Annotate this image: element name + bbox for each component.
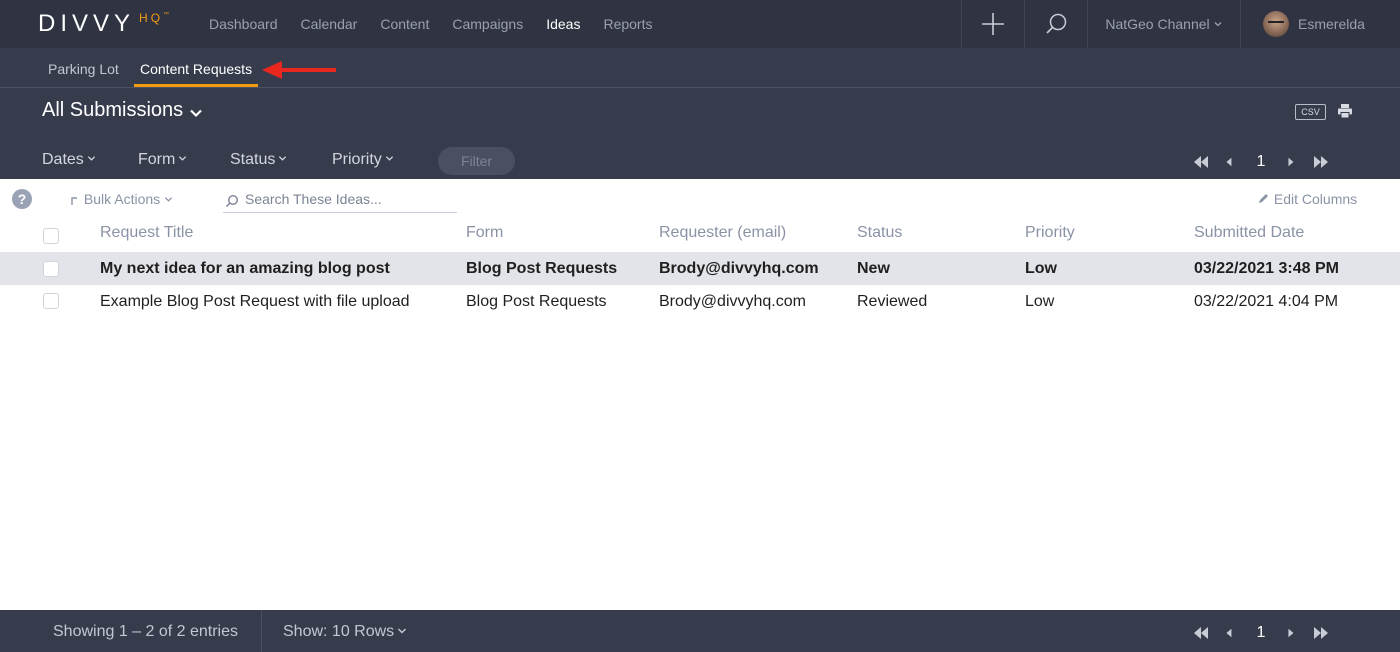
status-filter-label: Status	[230, 151, 276, 168]
page-title[interactable]: All Submissions	[42, 99, 183, 122]
column-header-request-title[interactable]: Request Title	[100, 224, 193, 242]
column-header-requester[interactable]: Requester (email)	[659, 224, 786, 242]
annotation-arrow-icon	[262, 61, 336, 79]
dates-filter-dropdown[interactable]: Dates	[42, 151, 96, 169]
cell-status: Reviewed	[857, 293, 928, 310]
bottom-pagination: 1	[1193, 624, 1329, 642]
cell-submitted-date: 03/22/2021 4:04 PM	[1194, 293, 1339, 310]
prev-page-icon[interactable]	[1225, 155, 1235, 169]
table-row[interactable]: My next idea for an amazing blog post Bl…	[0, 252, 1400, 285]
top-nav: DIVVY HQ ™ Dashboard Calendar Content Ca…	[0, 0, 1400, 48]
cell-request-title[interactable]: My next idea for an amazing blog post	[100, 260, 390, 278]
select-all-checkbox[interactable]	[43, 228, 59, 244]
nav-dashboard[interactable]: Dashboard	[209, 16, 278, 32]
cell-form: Blog Post Requests	[466, 293, 607, 310]
nav-campaigns[interactable]: Campaigns	[452, 16, 523, 32]
first-page-icon[interactable]	[1193, 626, 1209, 640]
next-page-icon[interactable]	[1287, 155, 1297, 169]
user-name: Esmerelda	[1298, 16, 1365, 32]
nav-right-group: NatGeo Channel Esmerelda	[961, 0, 1400, 48]
cell-priority: Low	[1025, 260, 1057, 277]
divvyhq-logo[interactable]: DIVVY HQ ™	[38, 11, 169, 37]
channel-name: NatGeo Channel	[1105, 16, 1210, 32]
filter-button[interactable]: Filter	[438, 147, 515, 175]
chevron-down-icon	[87, 156, 95, 161]
column-header-status[interactable]: Status	[857, 224, 902, 242]
search-box	[223, 188, 457, 213]
row-checkbox[interactable]	[43, 293, 59, 309]
first-page-icon[interactable]	[1193, 155, 1209, 169]
pencil-icon	[1259, 194, 1268, 203]
dates-filter-label: Dates	[42, 151, 84, 168]
chevron-down-icon	[1214, 22, 1222, 27]
next-page-icon[interactable]	[1287, 626, 1297, 640]
form-filter-label: Form	[138, 151, 176, 168]
edit-columns-button[interactable]: Edit Columns	[1257, 191, 1357, 207]
column-header-form[interactable]: Form	[466, 224, 503, 242]
logo-hq-text: HQ	[139, 11, 164, 25]
prev-page-icon[interactable]	[1225, 626, 1235, 640]
tab-parking-lot[interactable]: Parking Lot	[48, 48, 119, 87]
chevron-down-icon	[398, 628, 407, 634]
nav-reports[interactable]: Reports	[603, 16, 652, 32]
chevron-down-icon	[279, 156, 287, 161]
table-header: Request Title Form Requester (email) Sta…	[0, 218, 1400, 250]
column-header-priority[interactable]: Priority	[1025, 224, 1075, 242]
logo-trademark: ™	[163, 12, 170, 18]
rows-per-page-dropdown[interactable]: Show: 10 Rows	[283, 623, 407, 641]
search-icon	[1046, 13, 1067, 34]
main-nav-links: Dashboard Calendar Content Campaigns Ide…	[209, 0, 675, 48]
edit-columns-label: Edit Columns	[1273, 191, 1358, 207]
tab-content-requests[interactable]: Content Requests	[133, 48, 259, 87]
plus-icon	[982, 13, 1004, 35]
row-checkbox[interactable]	[43, 261, 59, 277]
global-search-button[interactable]	[1024, 0, 1087, 48]
cell-requester: Brody@divvyhq.com	[659, 260, 819, 277]
top-pagination: 1	[1193, 153, 1329, 171]
logo-text: DIVVY	[38, 10, 136, 37]
nav-ideas[interactable]: Ideas	[546, 16, 580, 32]
add-button[interactable]	[961, 0, 1024, 48]
chevron-down-icon[interactable]	[189, 106, 203, 120]
table-footer: Showing 1 – 2 of 2 entries Show: 10 Rows…	[0, 610, 1400, 652]
search-icon	[225, 194, 239, 208]
table-row[interactable]: Example Blog Post Request with file uplo…	[0, 285, 1400, 318]
channel-selector[interactable]: NatGeo Channel	[1087, 0, 1240, 48]
cell-status: New	[857, 260, 890, 277]
cell-form: Blog Post Requests	[466, 260, 618, 277]
page-number: 1	[1256, 624, 1266, 641]
csv-export-button[interactable]: CSV	[1295, 104, 1326, 120]
ideas-subnav: Parking Lot Content Requests	[0, 48, 1400, 88]
page-number: 1	[1256, 153, 1266, 170]
last-page-icon[interactable]	[1313, 626, 1329, 640]
nav-content[interactable]: Content	[380, 16, 429, 32]
cell-priority: Low	[1025, 293, 1055, 310]
column-header-submitted-date[interactable]: Submitted Date	[1194, 224, 1304, 242]
entries-count: Showing 1 – 2 of 2 entries	[53, 623, 239, 640]
form-filter-dropdown[interactable]: Form	[138, 151, 187, 169]
footer-divider	[261, 610, 262, 652]
chevron-down-icon	[179, 156, 187, 161]
bulk-actions-dropdown[interactable]: Bulk Actions	[68, 191, 173, 207]
cell-requester: Brody@divvyhq.com	[659, 293, 806, 310]
chevron-down-icon	[164, 197, 173, 202]
cell-submitted-date: 03/22/2021 3:48 PM	[1194, 260, 1339, 277]
nav-calendar[interactable]: Calendar	[301, 16, 358, 32]
user-menu[interactable]: Esmerelda	[1240, 0, 1400, 48]
submissions-header: All Submissions CSV Dates Form Status Pr…	[0, 88, 1400, 179]
bulk-arrow-icon	[71, 197, 77, 205]
help-icon[interactable]: ?	[12, 189, 32, 209]
rows-per-page-label: Show: 10 Rows	[283, 623, 395, 640]
cell-request-title[interactable]: Example Blog Post Request with file uplo…	[100, 293, 410, 311]
priority-filter-dropdown[interactable]: Priority	[332, 151, 394, 169]
print-icon[interactable]	[1337, 103, 1353, 119]
bulk-actions-label: Bulk Actions	[83, 191, 161, 207]
status-filter-dropdown[interactable]: Status	[230, 151, 287, 169]
last-page-icon[interactable]	[1313, 155, 1329, 169]
avatar	[1263, 11, 1289, 37]
chevron-down-icon	[385, 156, 393, 161]
priority-filter-label: Priority	[332, 151, 382, 168]
search-input[interactable]	[245, 191, 453, 207]
